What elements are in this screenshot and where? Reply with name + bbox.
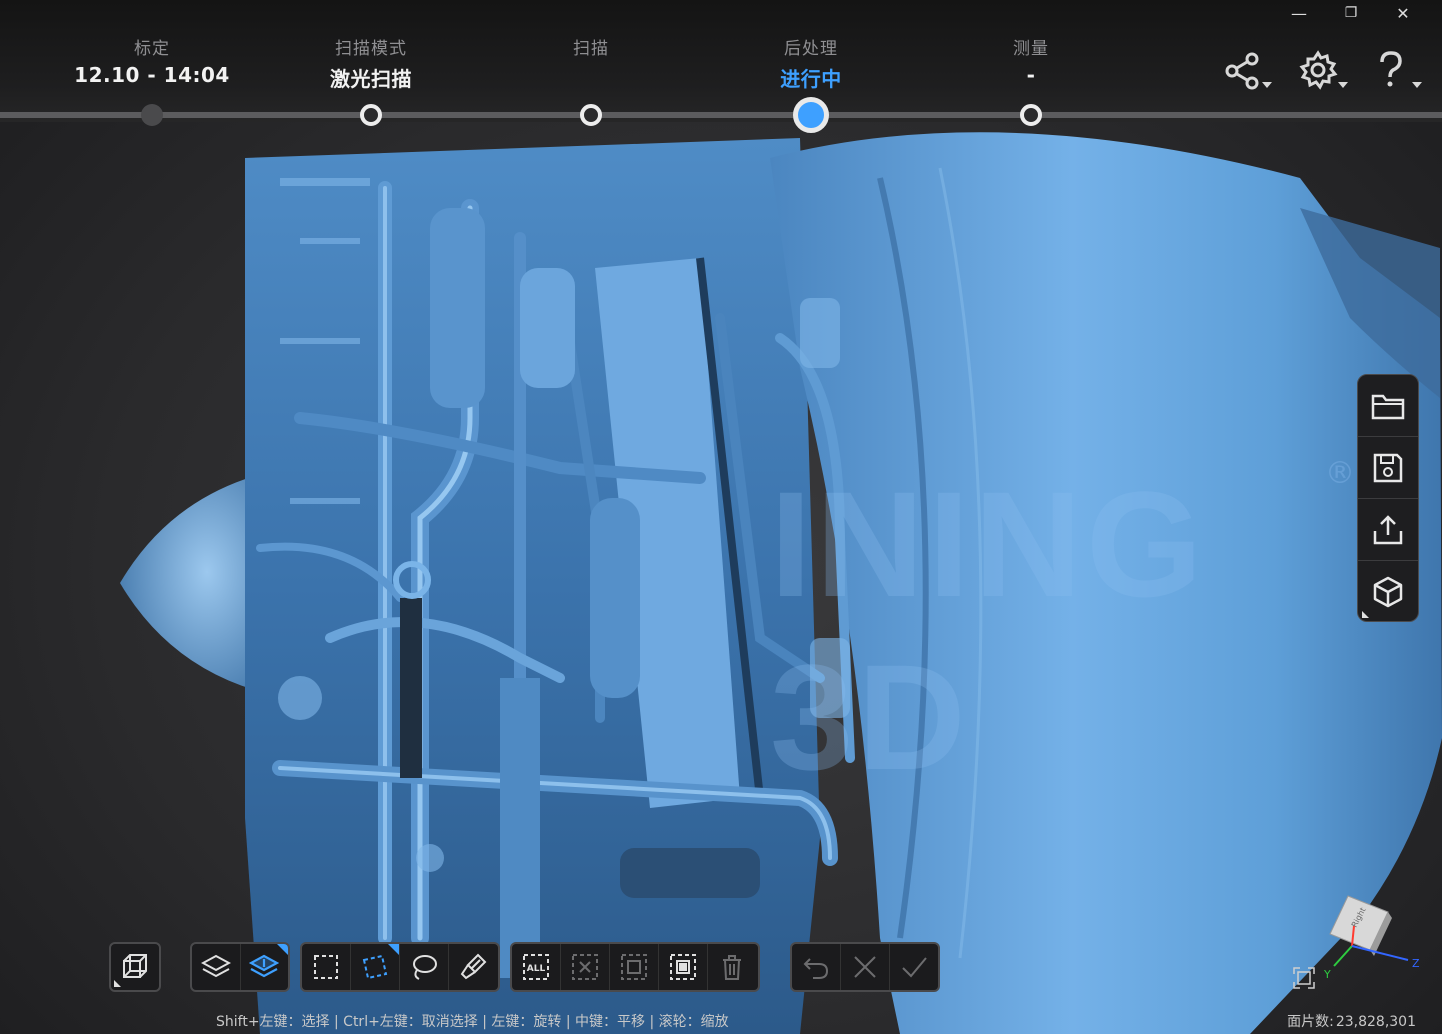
axis-y-label: Y (1323, 968, 1331, 981)
delete-selection-button[interactable] (708, 944, 756, 990)
mouse-hint: Shift+左键：选择 | Ctrl+左键：取消选择 | 左键：旋转 | 中键：… (216, 1014, 729, 1030)
close-icon: ✕ (1396, 3, 1410, 23)
select-all-button[interactable]: ALL (512, 944, 561, 990)
help-button[interactable] (1372, 50, 1424, 92)
confirm-button[interactable] (890, 944, 938, 990)
settings-icon (1299, 50, 1338, 90)
workflow-progress-track (0, 112, 1442, 118)
cancel-icon (854, 956, 876, 978)
lasso-select-button[interactable] (400, 944, 449, 990)
save-button[interactable] (1358, 437, 1418, 499)
share-icon (1225, 52, 1259, 90)
step-name: 扫描 (573, 39, 609, 59)
minimize-icon: — (1291, 3, 1307, 23)
undo-icon (803, 958, 829, 979)
layer-active-icon (249, 954, 280, 978)
lasso-select-icon (413, 955, 437, 980)
face-count-label: 面片数: (1287, 1014, 1334, 1030)
deselect-icon (572, 954, 598, 980)
step-name: 扫描模式 (335, 39, 407, 59)
minimize-button[interactable]: — (1276, 0, 1322, 26)
step-value: 激光扫描 (330, 67, 412, 91)
layer-button[interactable] (192, 944, 241, 990)
file-side-panel (1357, 374, 1419, 622)
step-node-measure[interactable] (1020, 104, 1042, 126)
polygon-select-button[interactable] (351, 944, 400, 990)
step-measure[interactable]: 测量 - (931, 34, 1131, 87)
polygon-select-icon (362, 954, 388, 980)
cancel-button[interactable] (841, 944, 890, 990)
select-connected-icon (670, 954, 696, 980)
step-value: 12.10 - 14:04 (74, 63, 230, 87)
restore-icon: ❐ (1344, 5, 1358, 21)
nose-cone (120, 473, 265, 693)
workflow-header: — ❐ ✕ 标定 12.10 - 14:04 扫描模式 激光扫描 扫描 后处理 … (0, 0, 1442, 122)
rect-select-icon (314, 955, 338, 979)
edit-confirm-group (790, 942, 940, 992)
step-name: 后处理 (784, 39, 838, 59)
dropdown-caret (1262, 82, 1272, 88)
settings-button[interactable] (1298, 50, 1350, 92)
export-icon (1373, 514, 1403, 544)
confirm-icon (902, 957, 927, 978)
wireframe-view-button[interactable] (111, 944, 159, 990)
view-mode-group (109, 942, 161, 992)
submenu-indicator (277, 944, 288, 955)
deselect-button[interactable] (561, 944, 610, 990)
help-icon (1380, 51, 1402, 87)
rect-select-button[interactable] (302, 944, 351, 990)
model-cube-icon (1373, 576, 1403, 607)
scan-viewport[interactable]: INING 3D ® (0, 118, 1442, 1034)
export-button[interactable] (1358, 499, 1418, 561)
brand-watermark: INING 3D (770, 460, 1207, 801)
brush-select-icon (460, 953, 487, 980)
model-button[interactable] (1358, 561, 1418, 621)
step-name: 标定 (134, 39, 170, 59)
registered-mark: ® (1325, 456, 1355, 491)
brush-select-button[interactable] (449, 944, 497, 990)
step-value: 进行中 (780, 67, 842, 91)
share-button[interactable] (1222, 50, 1274, 92)
expand-corner-icon (1362, 611, 1369, 618)
undo-button[interactable] (792, 944, 841, 990)
dropdown-caret (1338, 82, 1348, 88)
step-post-processing[interactable]: 后处理 进行中 (711, 34, 911, 92)
orientation-view-cube[interactable]: Right Y Z (1290, 888, 1430, 998)
invert-select-icon (621, 954, 647, 980)
face-count: 面片数: 23,828,301 (1285, 1011, 1416, 1031)
step-node-scan-mode[interactable] (360, 104, 382, 126)
step-node-calibration[interactable] (141, 104, 163, 126)
delete-icon (723, 955, 741, 980)
expand-corner-icon (114, 980, 121, 987)
step-calibration[interactable]: 标定 12.10 - 14:04 (52, 34, 252, 87)
selection-ops-group: ALL (510, 942, 760, 992)
face-count-value: 23,828,301 (1335, 1014, 1416, 1030)
step-scan[interactable]: 扫描 (491, 34, 691, 63)
select-all-icon: ALL (523, 954, 549, 980)
layer-group (190, 942, 290, 992)
layer-icon (200, 954, 231, 978)
invert-select-button[interactable] (610, 944, 659, 990)
save-icon (1373, 453, 1403, 482)
step-node-post-processing[interactable] (793, 97, 829, 133)
selection-tools-group (300, 942, 500, 992)
restore-button[interactable]: ❐ (1328, 0, 1374, 26)
select-all-text: ALL (527, 964, 546, 974)
open-folder-icon (1371, 394, 1405, 419)
view-cube-icon: Right Y Z (1293, 895, 1420, 989)
step-value: - (1026, 63, 1036, 87)
select-connected-button[interactable] (659, 944, 708, 990)
axis-z-label: Z (1412, 957, 1420, 970)
open-project-button[interactable] (1358, 375, 1418, 437)
step-scan-mode[interactable]: 扫描模式 激光扫描 (271, 34, 471, 92)
submenu-indicator (388, 944, 399, 955)
close-button[interactable]: ✕ (1380, 0, 1426, 26)
step-node-scan[interactable] (580, 104, 602, 126)
wireframe-view-icon (123, 954, 147, 978)
layer-active-button[interactable] (241, 944, 288, 990)
dropdown-caret (1412, 82, 1422, 88)
step-name: 测量 (1013, 39, 1049, 59)
